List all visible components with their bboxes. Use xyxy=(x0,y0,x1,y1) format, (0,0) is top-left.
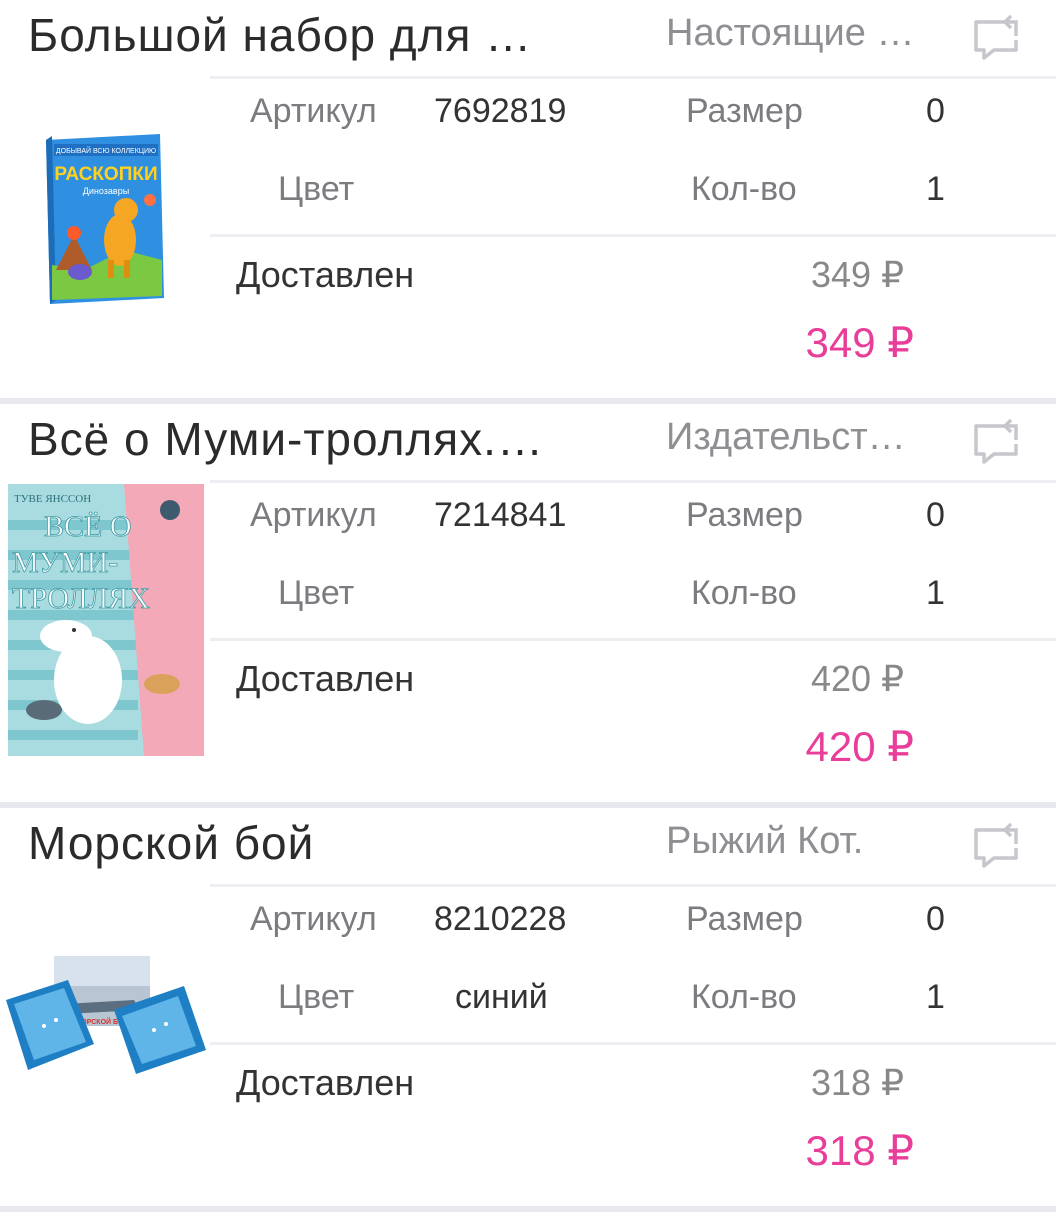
book-title-line2: МУМИ- xyxy=(12,546,118,579)
divider xyxy=(210,884,1056,887)
book-title-line3: ТРОЛЛЯХ xyxy=(12,582,150,615)
price-original: 349 ₽ xyxy=(811,254,904,295)
divider xyxy=(210,480,1056,483)
color-label: Цвет xyxy=(278,170,355,208)
divider xyxy=(210,638,1056,641)
brand-name[interactable]: Настоящие … xyxy=(666,12,941,55)
size-value: 0 xyxy=(926,92,945,130)
product-title[interactable]: Большой набор для … xyxy=(28,8,588,62)
color-label: Цвет xyxy=(278,978,355,1016)
price-final: 349 ₽ xyxy=(805,319,914,366)
size-label: Размер xyxy=(686,496,803,534)
box-subtitle: Динозавры xyxy=(83,186,129,196)
book-author: ТУВЕ ЯНССОН xyxy=(14,493,91,505)
article-value: 7692819 xyxy=(434,92,567,130)
product-title[interactable]: Морской бой xyxy=(28,816,588,870)
price-final: 420 ₽ xyxy=(805,723,914,770)
quantity-value: 1 xyxy=(926,574,945,612)
order-status: Доставлен xyxy=(236,658,415,699)
box-header: ДОБЫВАЙ ВСЮ КОЛЛЕКЦИЮ xyxy=(56,146,156,155)
size-value: 0 xyxy=(926,900,945,938)
book-title-line1: ВСЁ О xyxy=(44,510,132,543)
order-status: Доставлен xyxy=(236,1062,415,1103)
article-label: Артикул xyxy=(250,496,377,534)
quantity-value: 1 xyxy=(926,170,945,208)
article-value: 8210228 xyxy=(434,900,567,938)
price-final: 318 ₽ xyxy=(805,1127,914,1174)
size-label: Размер xyxy=(686,92,803,130)
price-original: 318 ₽ xyxy=(811,1062,904,1103)
return-chat-icon[interactable] xyxy=(970,822,1024,870)
article-label: Артикул xyxy=(250,900,377,938)
order-card[interactable]: Большой набор для … Настоящие … ДОБЫВАЙ … xyxy=(0,0,1056,404)
box-title: РАСКОПКИ xyxy=(54,164,157,185)
product-image[interactable]: МОРСКОЙ БОЙ xyxy=(4,946,206,1106)
product-image[interactable]: ДОБЫВАЙ ВСЮ КОЛЛЕКЦИЮ РАСКОПКИ Динозавры xyxy=(4,100,206,380)
order-card[interactable]: Всё о Муми-троллях.… Издательст… ТУВЕ ЯН… xyxy=(0,404,1056,808)
article-label: Артикул xyxy=(250,92,377,130)
brand-name[interactable]: Рыжий Кот. xyxy=(666,820,941,863)
quantity-value: 1 xyxy=(926,978,945,1016)
quantity-label: Кол-во xyxy=(691,170,797,208)
divider xyxy=(210,234,1056,237)
order-status: Доставлен xyxy=(236,254,415,295)
return-chat-icon[interactable] xyxy=(970,418,1024,466)
size-label: Размер xyxy=(686,900,803,938)
article-value: 7214841 xyxy=(434,496,567,534)
price-original: 420 ₽ xyxy=(811,658,904,699)
quantity-label: Кол-во xyxy=(691,978,797,1016)
divider xyxy=(210,76,1056,79)
divider xyxy=(210,1042,1056,1045)
brand-name[interactable]: Издательст… xyxy=(666,416,941,459)
order-card[interactable]: Морской бой Рыжий Кот. МОРСКОЙ БОЙ Артик… xyxy=(0,808,1056,1212)
color-label: Цвет xyxy=(278,574,355,612)
product-title[interactable]: Всё о Муми-троллях.… xyxy=(28,412,588,466)
return-chat-icon[interactable] xyxy=(970,14,1024,62)
product-image[interactable]: ТУВЕ ЯНССОН ВСЁ О МУМИ- ТРОЛЛЯХ xyxy=(4,480,206,760)
size-value: 0 xyxy=(926,496,945,534)
color-value: синий xyxy=(455,978,548,1016)
quantity-label: Кол-во xyxy=(691,574,797,612)
